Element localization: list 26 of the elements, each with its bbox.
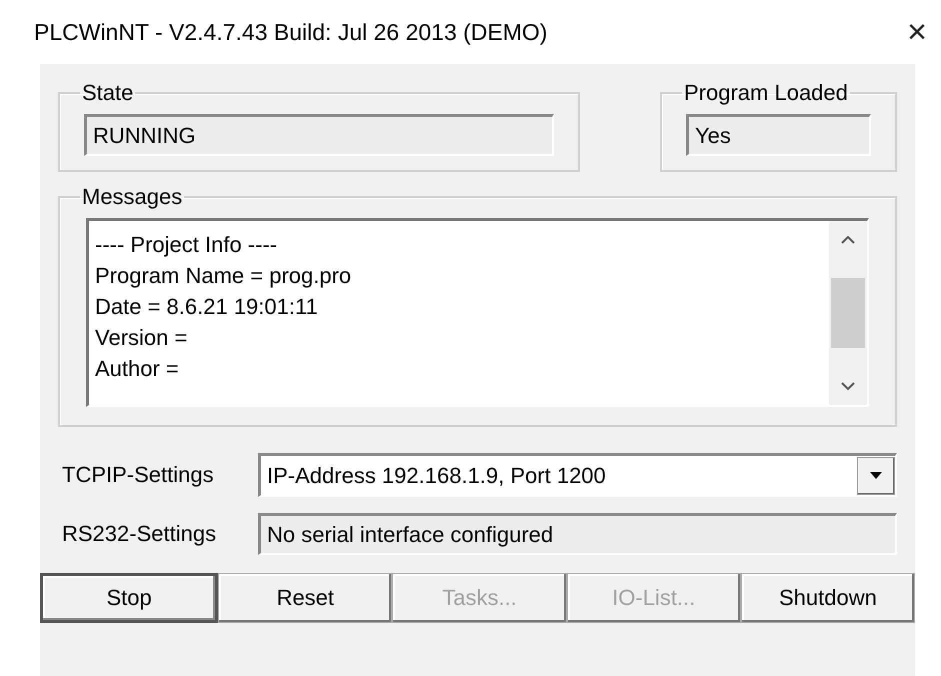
setting-label: RS232-Settings bbox=[62, 521, 218, 547]
scroll-down-icon[interactable] bbox=[840, 381, 856, 391]
group-label: Messages bbox=[81, 184, 184, 210]
group-label: Program Loaded bbox=[683, 80, 849, 106]
scrollbar[interactable] bbox=[829, 221, 867, 405]
window-title: PLCWinNT - V2.4.7.43 Build: Jul 26 2013 (DEMO) bbox=[34, 18, 548, 46]
dropdown-button[interactable] bbox=[857, 456, 895, 494]
scroll-up-icon[interactable] bbox=[840, 235, 856, 245]
group-label: State bbox=[81, 80, 134, 106]
state-field: RUNNING bbox=[84, 114, 554, 156]
tcpip-dropdown[interactable]: IP-Address 192.168.1.9, Port 1200 bbox=[258, 453, 897, 497]
setting-label: TCPIP-Settings bbox=[62, 462, 215, 488]
dialog-button[interactable]: Reset bbox=[218, 573, 392, 623]
dialog-button[interactable]: Stop bbox=[40, 573, 218, 623]
program-loaded-field: Yes bbox=[686, 114, 871, 156]
caret-icon bbox=[870, 472, 882, 479]
message-line: Version = bbox=[95, 324, 188, 352]
rs232-field: No serial interface configured bbox=[258, 513, 897, 555]
message-line: ---- Project Info ---- bbox=[95, 231, 278, 259]
message-line: Author = bbox=[95, 355, 180, 383]
message-line: Program Name = prog.pro bbox=[95, 262, 352, 290]
dialog-button[interactable]: Shutdown bbox=[740, 573, 916, 623]
messages-box[interactable]: ---- Project Info ---- Program Name = prog.pro Date = 8.6.21 19:01:11 Version = Author = bbox=[86, 218, 869, 407]
scroll-thumb[interactable] bbox=[831, 278, 865, 348]
close-icon[interactable]: × bbox=[907, 15, 927, 49]
message-line: Date = 8.6.21 19:01:11 bbox=[95, 293, 319, 321]
